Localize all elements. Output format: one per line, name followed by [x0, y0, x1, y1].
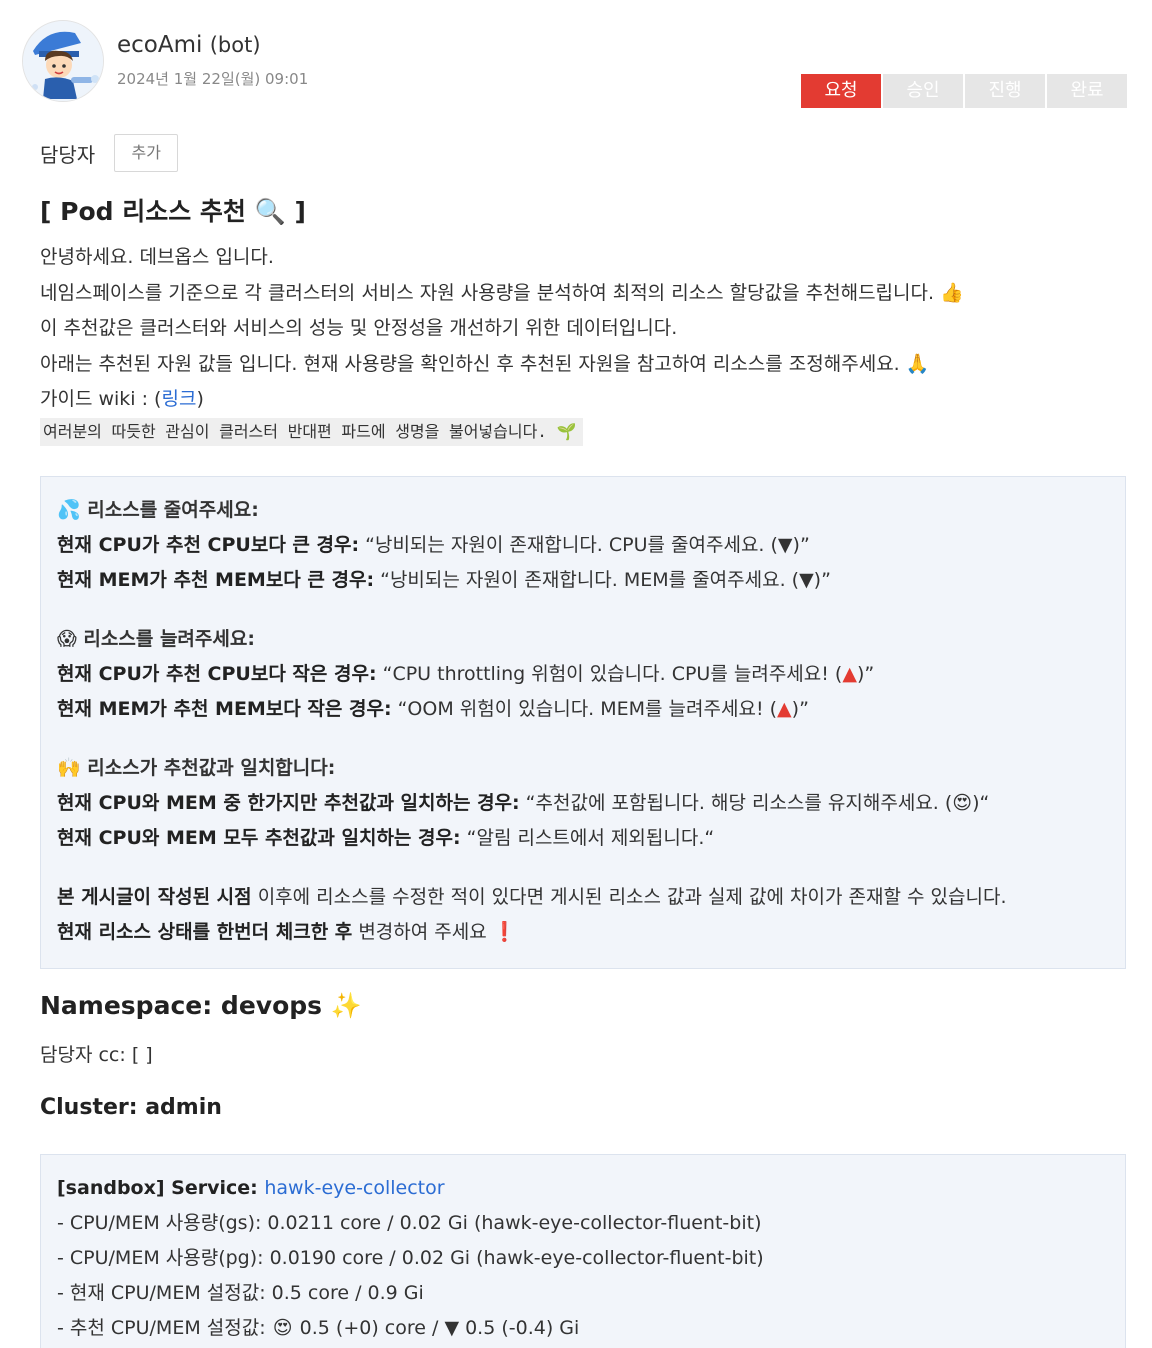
- usage-gs-row: - CPU/MEM 사용량(gs): 0.0211 core / 0.02 Gi…: [57, 1212, 762, 1234]
- increase-close: )”: [791, 698, 809, 720]
- assignee-row: 담당자 추가: [40, 134, 179, 172]
- current-setting-row: - 현재 CPU/MEM 설정값: 0.5 core / 0.9 Gi: [57, 1282, 424, 1304]
- intro-line: 아래는 추천된 자원 값들 입니다. 현재 사용량을 확인하신 후 추천된 자원…: [40, 352, 930, 375]
- sparkle-icon: ✨: [330, 991, 362, 1020]
- author-name-text: ecoAmi: [117, 32, 203, 58]
- inline-code-message: 여러분의 따듯한 관심이 클러스터 반대편 파드에 생명을 불어넣습니다. 🌱: [40, 418, 583, 446]
- status-step-progress[interactable]: 진행: [965, 74, 1045, 108]
- reduce-cpu-text: “낭비되는 자원이 존재합니다. CPU를 줄여주세요. (▼)”: [359, 534, 810, 556]
- intro-line: 네임스페이스를 기준으로 각 클러스터의 서비스 자원 사용량을 분석하여 최적…: [40, 281, 964, 304]
- usage-pg-row: - CPU/MEM 사용량(pg): 0.0190 core / 0.02 Gi…: [57, 1247, 764, 1269]
- notice-row-2: 현재 리소스 상태를 한번더 체크한 후 변경하여 주세요 ❗: [57, 915, 1109, 950]
- namespace-title: Namespace: devops ✨: [40, 991, 362, 1021]
- recommend-prefix: - 추천 CPU/MEM 설정값:: [57, 1317, 272, 1339]
- intro-line: 이 추천값은 클러스터와 서비스의 성능 및 안정성을 개선하기 위한 데이터입…: [40, 317, 678, 339]
- increase-cpu-row: 현재 CPU가 추천 CPU보다 작은 경우: “CPU throttling …: [57, 657, 1109, 692]
- reduce-mem-text: “낭비되는 자원이 존재합니다. MEM를 줄여주세요. (▼)”: [374, 569, 831, 591]
- increase-triangle-icon: ▲: [842, 663, 857, 685]
- notice-group: 본 게시글이 작성된 시점 이후에 리소스를 수정한 적이 있다면 게시된 리소…: [57, 880, 1109, 950]
- increase-triangle-icon: ▲: [777, 698, 792, 720]
- match-all-text: “알림 리스트에서 제외됩니다.“: [460, 827, 715, 849]
- reduce-cpu-row: 현재 CPU가 추천 CPU보다 큰 경우: “낭비되는 자원이 존재합니다. …: [57, 528, 1109, 563]
- match-all-row: 현재 CPU와 MEM 모두 추천값과 일치하는 경우: “알림 리스트에서 제…: [57, 821, 1109, 856]
- intro-text: 안녕하세요. 데브옵스 입니다. 네임스페이스를 기준으로 각 클러스터의 서비…: [40, 240, 964, 418]
- reduce-cpu-label: 현재 CPU가 추천 CPU보다 큰 경우:: [57, 534, 360, 556]
- reduce-mem-row: 현재 MEM가 추천 MEM보다 큰 경우: “낭비되는 자원이 존재합니다. …: [57, 563, 1109, 598]
- match-partial-row: 현재 CPU와 MEM 중 한가지만 추천값과 일치하는 경우: “추천값에 포…: [57, 786, 1109, 821]
- status-step-done[interactable]: 완료: [1047, 74, 1127, 108]
- namespace-label: Namespace: devops: [40, 991, 323, 1020]
- author-name: ecoAmi (bot): [117, 32, 261, 58]
- heart-eyes-icon: 😍: [272, 1317, 293, 1339]
- increase-heading: 😱 리소스를 늘려주세요:: [57, 628, 255, 650]
- guide-wiki-link[interactable]: 링크: [161, 388, 196, 410]
- exclamation-icon: ❗: [492, 921, 517, 943]
- service-name-link[interactable]: hawk-eye-collector: [264, 1177, 444, 1199]
- increase-mem-row: 현재 MEM가 추천 MEM보다 작은 경우: “OOM 위험이 있습니다. M…: [57, 692, 1109, 727]
- post-date: 2024년 1월 22일(월) 09:01: [117, 70, 309, 88]
- assignee-label: 담당자: [40, 142, 96, 167]
- intro-line: 안녕하세요. 데브옵스 입니다.: [40, 246, 274, 268]
- cluster-title: Cluster: admin: [40, 1095, 222, 1120]
- match-partial-text: “추천값에 포함됩니다. 해당 리소스를 유지해주세요. (😍)“: [519, 792, 990, 814]
- service-header: [sandbox] Service: hawk-eye-collector: [57, 1171, 1109, 1206]
- service-box: [sandbox] Service: hawk-eye-collector - …: [40, 1154, 1126, 1348]
- recommend-setting-row: - 추천 CPU/MEM 설정값: 😍 0.5 (+0) core / ▼ 0.…: [57, 1311, 1109, 1346]
- status-step-approve[interactable]: 승인: [883, 74, 963, 108]
- status-steps: 요청 승인 진행 완료: [801, 74, 1129, 108]
- reduce-heading: 💦 리소스를 줄여주세요:: [57, 499, 259, 521]
- reduce-group: 💦 리소스를 줄여주세요: 현재 CPU가 추천 CPU보다 큰 경우: “낭비…: [57, 493, 1109, 598]
- notice-text-2: 변경하여 주세요: [352, 921, 493, 943]
- match-group: 🙌 리소스가 추천값과 일치합니다: 현재 CPU와 MEM 중 한가지만 추천…: [57, 751, 1109, 856]
- recommend-value: 0.5 (+0) core / ▼ 0.5 (-0.4) Gi: [293, 1317, 580, 1339]
- status-step-request[interactable]: 요청: [801, 74, 881, 108]
- guide-box: 💦 리소스를 줄여주세요: 현재 CPU가 추천 CPU보다 큰 경우: “낭비…: [40, 476, 1126, 969]
- notice-text-1: 이후에 리소스를 수정한 적이 있다면 게시된 리소스 값과 실제 값에 차이가…: [251, 886, 1007, 908]
- post-title: [ Pod 리소스 추천 🔍 ]: [40, 197, 306, 226]
- increase-cpu-text: “CPU throttling 위험이 있습니다. CPU를 늘려주세요! (: [376, 663, 843, 685]
- match-partial-label: 현재 CPU와 MEM 중 한가지만 추천값과 일치하는 경우:: [57, 792, 520, 814]
- service-prefix: [sandbox] Service:: [57, 1177, 265, 1199]
- notice-row-1: 본 게시글이 작성된 시점 이후에 리소스를 수정한 적이 있다면 게시된 리소…: [57, 880, 1109, 915]
- assignee-cc: 담당자 cc: [ ]: [40, 1044, 153, 1066]
- notice-bold-1: 본 게시글이 작성된 시점: [57, 886, 252, 908]
- guide-prefix: 가이드 wiki : (: [40, 388, 162, 410]
- guide-line: 가이드 wiki : (링크): [40, 382, 964, 418]
- guide-suffix: ): [196, 388, 204, 410]
- add-assignee-button[interactable]: 추가: [114, 134, 179, 172]
- increase-mem-label: 현재 MEM가 추천 MEM보다 작은 경우:: [57, 698, 392, 720]
- author-bot-tag: (bot): [209, 33, 261, 57]
- increase-mem-text: “OOM 위험이 있습니다. MEM를 늘려주세요! (: [391, 698, 778, 720]
- increase-cpu-label: 현재 CPU가 추천 CPU보다 작은 경우:: [57, 663, 377, 685]
- match-all-label: 현재 CPU와 MEM 모두 추천값과 일치하는 경우:: [57, 827, 461, 849]
- increase-close: )”: [856, 663, 875, 685]
- notice-bold-2: 현재 리소스 상태를 한번더 체크한 후: [57, 921, 353, 943]
- match-heading: 🙌 리소스가 추천값과 일치합니다:: [57, 757, 336, 779]
- increase-group: 😱 리소스를 늘려주세요: 현재 CPU가 추천 CPU보다 작은 경우: “C…: [57, 622, 1109, 727]
- bot-avatar[interactable]: [22, 20, 104, 102]
- reduce-mem-label: 현재 MEM가 추천 MEM보다 큰 경우:: [57, 569, 375, 591]
